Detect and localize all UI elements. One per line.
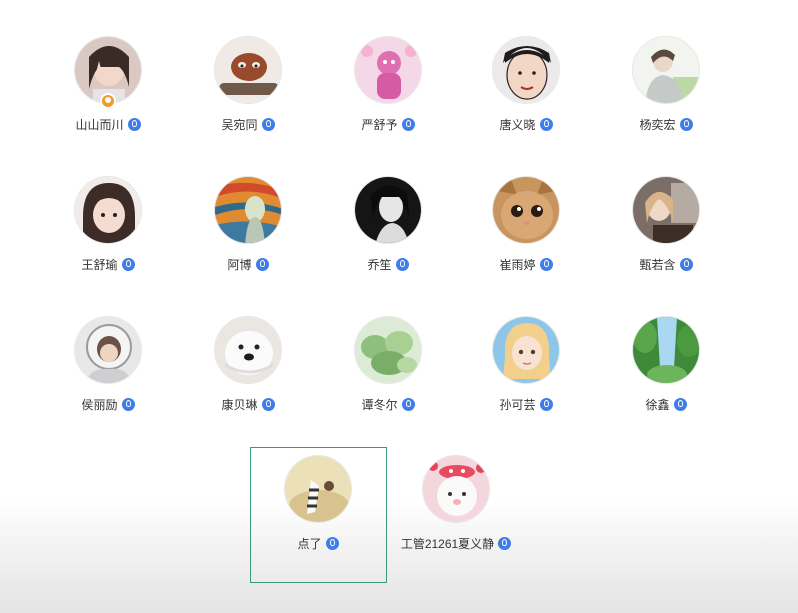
member-avatar[interactable] xyxy=(354,36,422,104)
verified-badge-icon xyxy=(401,398,415,412)
member-name: 甄若含 xyxy=(639,257,676,272)
verified-badge-icon xyxy=(121,258,135,272)
member-card[interactable]: 孙可芸 xyxy=(466,316,586,426)
member-card[interactable]: 王舒瑜 xyxy=(48,176,168,286)
member-name: 唐义晓 xyxy=(499,117,536,132)
verified-badge-icon xyxy=(261,118,275,132)
member-grid: 山山而川 吴宛同 严舒予 唐义晓 杨奕宏 王舒瑜 阿博 乔笙 崔雨婷 甄若含 侯… xyxy=(0,0,798,613)
member-name: 点了 xyxy=(297,536,322,551)
member-card[interactable]: 阿博 xyxy=(188,176,308,286)
verified-badge-icon xyxy=(401,118,415,132)
verified-badge-icon xyxy=(539,258,553,272)
verified-badge-icon xyxy=(121,398,135,412)
member-card[interactable]: 侯丽励 xyxy=(48,316,168,426)
member-name: 杨奕宏 xyxy=(639,117,676,132)
member-card[interactable]: 山山而川 xyxy=(48,36,168,146)
member-avatar[interactable] xyxy=(284,455,352,523)
member-card-selected[interactable]: 点了 xyxy=(258,455,378,565)
member-card[interactable]: 乔笙 xyxy=(328,176,448,286)
member-name: 吴宛同 xyxy=(221,117,258,132)
member-name: 徐鑫 xyxy=(645,397,670,412)
member-name: 山山而川 xyxy=(75,117,124,132)
member-avatar[interactable] xyxy=(74,316,142,384)
member-avatar[interactable] xyxy=(492,36,560,104)
member-avatar[interactable] xyxy=(632,36,700,104)
member-name: 康贝琳 xyxy=(221,397,258,412)
member-card[interactable]: 谭冬尔 xyxy=(328,316,448,426)
member-card[interactable]: 工管21261夏义静 xyxy=(396,455,516,565)
member-name: 乔笙 xyxy=(367,257,392,272)
member-card[interactable]: 崔雨婷 xyxy=(466,176,586,286)
verified-badge-icon xyxy=(395,258,409,272)
member-avatar[interactable] xyxy=(354,316,422,384)
member-avatar[interactable] xyxy=(632,316,700,384)
member-avatar[interactable] xyxy=(214,36,282,104)
member-avatar[interactable] xyxy=(214,316,282,384)
member-avatar[interactable] xyxy=(422,455,490,523)
member-name: 孙可芸 xyxy=(499,397,536,412)
verified-badge-icon xyxy=(673,398,687,412)
member-card[interactable]: 杨奕宏 xyxy=(606,36,726,146)
host-badge-icon xyxy=(100,93,116,109)
verified-badge-icon xyxy=(679,118,693,132)
verified-badge-icon xyxy=(679,258,693,272)
verified-badge-icon xyxy=(255,258,269,272)
member-avatar[interactable] xyxy=(74,176,142,244)
member-name: 阿博 xyxy=(227,257,252,272)
verified-badge-icon xyxy=(539,118,553,132)
verified-badge-icon xyxy=(325,537,339,551)
member-name: 王舒瑜 xyxy=(81,257,118,272)
member-card[interactable]: 严舒予 xyxy=(328,36,448,146)
member-avatar[interactable] xyxy=(354,176,422,244)
member-avatar[interactable] xyxy=(492,176,560,244)
member-name: 谭冬尔 xyxy=(361,397,398,412)
member-name: 崔雨婷 xyxy=(499,257,536,272)
verified-badge-icon xyxy=(261,398,275,412)
member-card[interactable]: 徐鑫 xyxy=(606,316,726,426)
verified-badge-icon xyxy=(498,537,512,551)
member-name: 侯丽励 xyxy=(81,397,118,412)
member-name: 严舒予 xyxy=(361,117,398,132)
verified-badge-icon xyxy=(539,398,553,412)
member-name: 工管21261夏义静 xyxy=(400,536,495,551)
member-avatar[interactable] xyxy=(492,316,560,384)
member-avatar[interactable] xyxy=(632,176,700,244)
member-avatar[interactable] xyxy=(214,176,282,244)
member-card[interactable]: 吴宛同 xyxy=(188,36,308,146)
member-card[interactable]: 康贝琳 xyxy=(188,316,308,426)
member-card[interactable]: 唐义晓 xyxy=(466,36,586,146)
verified-badge-icon xyxy=(127,118,141,132)
member-card[interactable]: 甄若含 xyxy=(606,176,726,286)
